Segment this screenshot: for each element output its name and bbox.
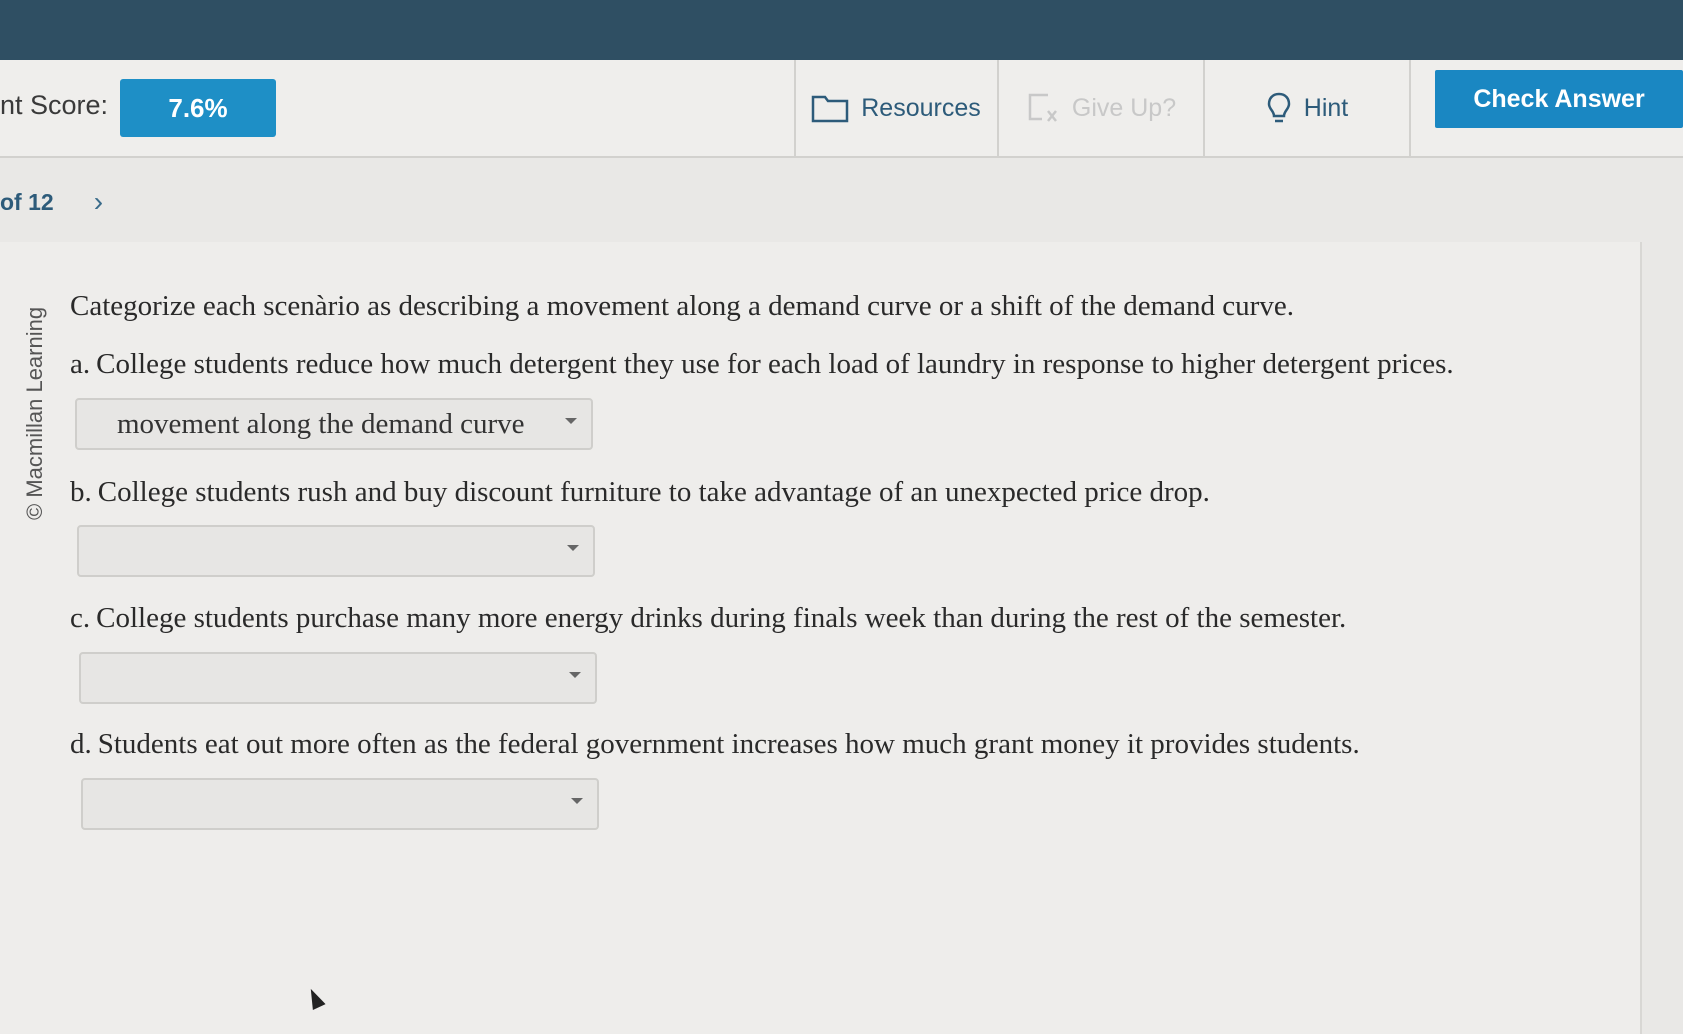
chevron-right-icon[interactable]: ›	[94, 186, 103, 218]
question-d: d. Students eat out more often as the fed…	[70, 728, 1360, 761]
toolbar: nt Score: 7.6% Resources Give Up? Hint C…	[0, 60, 1683, 158]
score-label: nt Score:	[0, 90, 109, 120]
dropdown-selected-value: movement along the demand curve	[117, 407, 525, 440]
top-header-band	[0, 0, 1683, 60]
folder-icon	[812, 95, 849, 123]
toolbar-divider	[1409, 60, 1411, 156]
question-b: b. College students rush and buy discount…	[70, 476, 1210, 509]
chevron-down-icon	[565, 418, 577, 424]
question-text: College students reduce how much deterge…	[96, 348, 1454, 380]
question-c: c. College students purchase many more en…	[70, 602, 1346, 635]
check-answer-button[interactable]: Check Answer	[1435, 70, 1683, 128]
answer-dropdown-a[interactable]: movement along the demand curve	[75, 398, 593, 450]
hint-button[interactable]: Hint	[1203, 60, 1409, 156]
copyright-text: © Macmillan Learning	[22, 306, 47, 520]
question-text: College students rush and buy discount f…	[97, 476, 1210, 508]
question-letter: d.	[70, 728, 92, 760]
question-intro: Categorize each scenàrio as describing a…	[70, 290, 1294, 322]
chevron-down-icon	[571, 798, 583, 804]
question-a: a. College students reduce how much deter…	[70, 348, 1454, 381]
question-letter: b.	[70, 476, 92, 508]
chevron-down-icon	[567, 545, 579, 551]
give-up-icon	[1028, 93, 1057, 122]
answer-dropdown-b[interactable]	[77, 525, 595, 577]
question-letter: a.	[70, 348, 91, 380]
question-pager: of 12 ›	[0, 186, 103, 218]
answer-dropdown-d[interactable]	[81, 778, 599, 830]
give-up-label: Give Up?	[1071, 93, 1177, 122]
give-up-button[interactable]: Give Up?	[997, 60, 1203, 156]
hint-label: Hint	[1303, 93, 1349, 122]
chevron-down-icon	[569, 672, 581, 678]
lightbulb-icon	[1267, 92, 1291, 123]
resources-button[interactable]: Resources	[794, 60, 996, 156]
answer-dropdown-c[interactable]	[79, 652, 597, 704]
question-text: Students eat out more often as the feder…	[97, 728, 1360, 760]
resources-label: Resources	[861, 93, 981, 122]
pager-text: of 12	[0, 188, 54, 215]
question-letter: c.	[70, 602, 91, 634]
question-text: College students purchase many more ener…	[96, 602, 1347, 634]
score-value-badge: 7.6%	[120, 79, 276, 137]
